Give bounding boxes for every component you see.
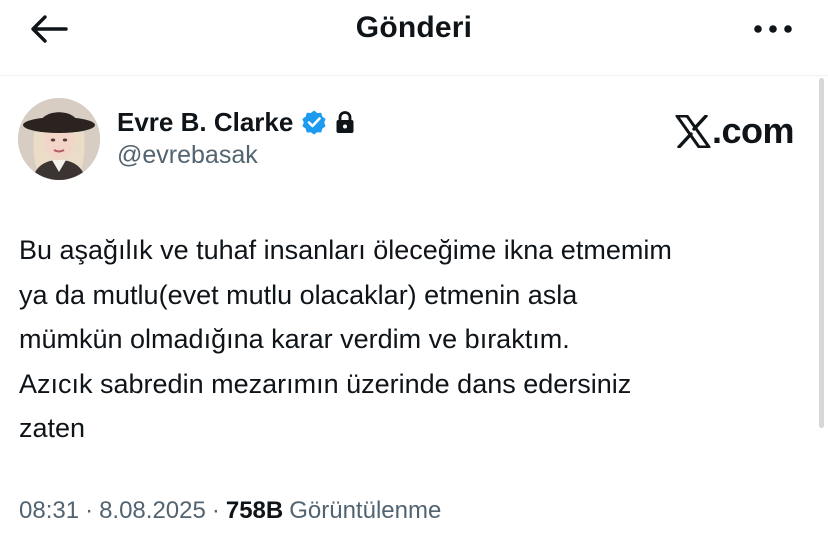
more-horizontal-icon: [754, 25, 792, 33]
tweet-line: mümkün olmadığına karar verdim ve bırakt…: [19, 324, 570, 354]
tweet-time[interactable]: 08:31: [19, 497, 79, 525]
lock-icon: [336, 111, 354, 133]
post-page: Gönderi Evre B. Clarke @evrebasak .com B…: [0, 0, 828, 539]
scrollbar[interactable]: [819, 78, 824, 428]
author-name[interactable]: Evre B. Clarke: [117, 107, 293, 138]
tweet-line: zaten: [19, 413, 86, 443]
tweet-line: Azıcık sabredin mezarımın üzerinde dans …: [19, 368, 632, 399]
tweet-line: Bu aşağılık ve tuhaf insanları öleceğime…: [19, 235, 672, 265]
avatar[interactable]: [18, 98, 100, 180]
author-handle[interactable]: @evrebasak: [117, 141, 258, 170]
avatar-image: [18, 98, 100, 180]
meta-separator: ·: [211, 497, 220, 524]
page-title: Gönderi: [355, 11, 473, 44]
more-options-button[interactable]: [752, 14, 794, 44]
header-divider: [0, 75, 828, 76]
tweet-line: ya da mutlu(evet mutlu olacaklar) etmeni…: [19, 279, 578, 310]
x-logo-icon: [675, 114, 711, 148]
x-com-watermark: .com: [675, 110, 795, 151]
verified-badge-icon: [302, 110, 326, 135]
meta-separator: ·: [85, 497, 94, 524]
tweet-meta: 08:31 · 8.08.2025 · 758B Görüntülenme: [19, 497, 441, 525]
tweet-text: Bu aşağılık ve tuhaf insanları öleceğime…: [19, 228, 809, 451]
author-name-row: Evre B. Clarke: [117, 105, 355, 139]
top-bar: Gönderi: [0, 0, 828, 58]
tweet-date[interactable]: 8.08.2025: [99, 497, 206, 525]
watermark-text: .com: [711, 110, 795, 151]
views-label: Görüntülenme: [289, 497, 442, 524]
views-count: 758B: [225, 497, 284, 524]
